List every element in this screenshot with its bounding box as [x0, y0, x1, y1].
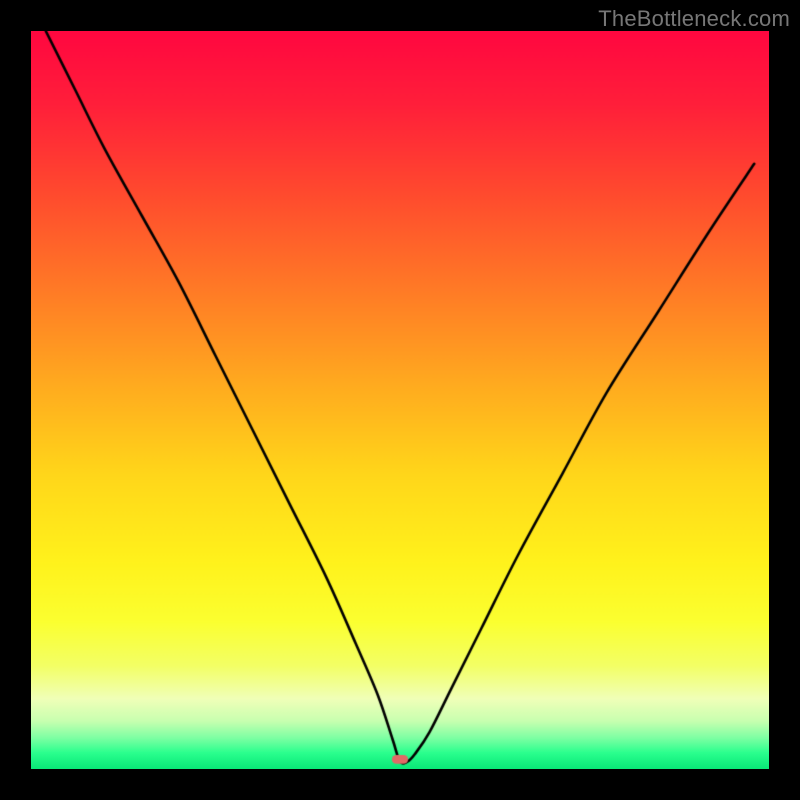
- bottleneck-chart-canvas: [31, 31, 769, 769]
- watermark-label: TheBottleneck.com: [598, 6, 790, 32]
- plot-area: [31, 31, 769, 769]
- chart-container: TheBottleneck.com: [0, 0, 800, 800]
